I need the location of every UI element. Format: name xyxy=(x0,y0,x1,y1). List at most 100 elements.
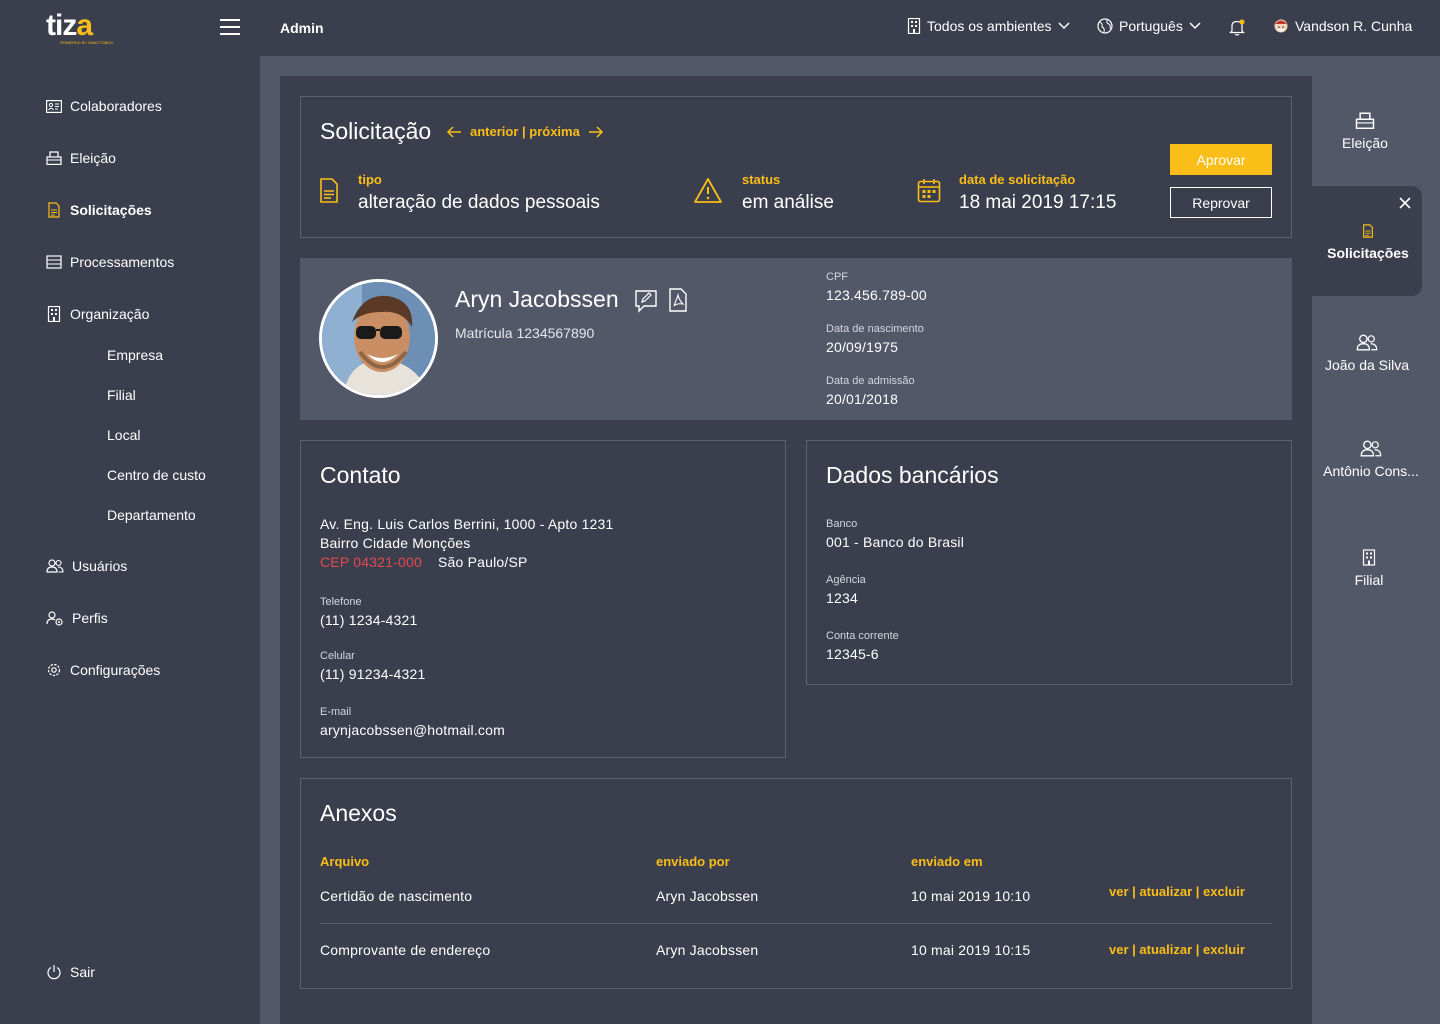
attachment-sent-at: 10 mai 2019 10:10 xyxy=(911,888,1031,904)
sidebar-item-organizacao[interactable]: Organização xyxy=(46,306,149,322)
ballot-box-icon xyxy=(46,151,62,165)
row-divider xyxy=(320,923,1272,924)
environment-label: Todos os ambientes xyxy=(927,18,1052,34)
logout-label: Sair xyxy=(70,964,95,980)
attachment-sent-at: 10 mai 2019 10:15 xyxy=(911,942,1031,958)
pdf-icon[interactable] xyxy=(668,288,688,312)
user-gear-icon xyxy=(46,610,63,626)
phone-value: (11) 1234-4321 xyxy=(320,612,418,628)
close-icon[interactable] xyxy=(1399,197,1411,209)
warning-icon xyxy=(694,178,722,203)
contact-title: Contato xyxy=(320,462,401,488)
sidebar-item-processamentos[interactable]: Processamentos xyxy=(46,254,174,270)
arrow-left-icon[interactable] xyxy=(446,125,462,139)
request-header-box xyxy=(300,96,1292,238)
rail-item-eleicao[interactable]: Eleição xyxy=(1301,112,1429,151)
rail-item-joao-da-silva[interactable]: João da Silva xyxy=(1303,334,1431,373)
sidebar-item-eleicao[interactable]: Eleição xyxy=(46,150,116,166)
agency-label: Agência xyxy=(826,574,866,586)
language-selector[interactable]: Português xyxy=(1097,18,1201,34)
user-avatar-icon xyxy=(1274,19,1288,33)
attachment-actions[interactable]: ver | atualizar | excluir xyxy=(1109,942,1245,957)
email-label: E-mail xyxy=(320,706,352,718)
attachment-sent-by: Aryn Jacobssen xyxy=(656,942,759,958)
attachment-file: Certidão de nascimento xyxy=(320,888,473,904)
avatar xyxy=(319,279,438,398)
edit-comment-icon[interactable] xyxy=(634,289,658,313)
type-value: alteração de dados pessoais xyxy=(358,192,600,213)
sidebar-item-colaboradores[interactable]: Colaboradores xyxy=(46,98,162,114)
sidebar-item-usuarios[interactable]: Usuários xyxy=(46,558,127,574)
attachment-file: Comprovante de endereço xyxy=(320,942,491,958)
profile-registration: Matrícula 1234567890 xyxy=(455,325,595,341)
sidebar-subitem-departamento[interactable]: Departamento xyxy=(107,507,196,523)
sidebar-item-label: Usuários xyxy=(72,558,128,574)
logout-button[interactable]: Sair xyxy=(46,964,95,980)
user-menu[interactable]: Vandson R. Cunha xyxy=(1273,18,1412,34)
account-label: Conta corrente xyxy=(826,630,899,642)
building-icon xyxy=(907,18,921,34)
email-value: arynjacobssen@hotmail.com xyxy=(320,722,505,738)
rail-item-label: João da Silva xyxy=(1324,357,1410,373)
sidebar-subitem-filial[interactable]: Filial xyxy=(107,387,136,403)
type-label: tipo xyxy=(358,172,382,187)
admission-label: Data de admissão xyxy=(826,375,915,387)
sidebar-item-label: Configurações xyxy=(70,662,161,678)
notifications-button[interactable] xyxy=(1229,19,1245,36)
birth-label: Data de nascimento xyxy=(826,323,924,335)
request-title: Solicitação xyxy=(320,118,432,144)
sidebar-item-configuracoes[interactable]: Configurações xyxy=(46,662,160,678)
approve-button[interactable]: Aprovar xyxy=(1170,144,1272,175)
sidebar-item-label: Eleição xyxy=(70,150,116,166)
request-nav-links[interactable]: anterior | próxima xyxy=(470,124,580,139)
menu-toggle-icon[interactable] xyxy=(220,19,240,35)
rail-item-antonio[interactable]: Antônio Cons... xyxy=(1307,440,1435,479)
reject-button[interactable]: Reprovar xyxy=(1170,187,1272,218)
date-value: 18 mai 2019 17:15 xyxy=(959,192,1117,213)
address-line-1: Av. Eng. Luis Carlos Berrini, 1000 - Apt… xyxy=(320,516,614,532)
sidebar-item-solicitacoes[interactable]: Solicitações xyxy=(46,202,152,218)
users-icon xyxy=(1356,334,1378,351)
profile-card xyxy=(300,258,1292,420)
list-icon xyxy=(46,255,62,269)
bell-icon xyxy=(1229,19,1245,36)
rail-item-filial[interactable]: Filial xyxy=(1305,549,1433,588)
cpf-label: CPF xyxy=(826,271,848,283)
cep-value: CEP 04321-000 xyxy=(320,554,422,570)
arrow-right-icon[interactable] xyxy=(588,125,604,139)
tiza-logo[interactable]: tiza POWERED BY SANCTOBOX xyxy=(46,9,113,46)
rail-item-solicitacoes[interactable]: Solicitações xyxy=(1304,223,1432,261)
environment-selector[interactable]: Todos os ambientes xyxy=(907,18,1070,34)
attachment-sent-by: Aryn Jacobssen xyxy=(656,888,759,904)
document-icon xyxy=(48,202,60,218)
logo-wordmark: tiza xyxy=(46,9,93,42)
admin-label: Admin xyxy=(280,20,324,36)
chevron-down-icon xyxy=(1189,22,1201,30)
document-icon xyxy=(1363,224,1373,238)
sidebar-subitem-local[interactable]: Local xyxy=(107,427,140,443)
building-icon xyxy=(47,306,61,322)
bank-value: 001 - Banco do Brasil xyxy=(826,534,965,550)
bank-title: Dados bancários xyxy=(826,462,999,488)
sidebar-item-label: Colaboradores xyxy=(70,98,162,114)
admission-value: 20/01/2018 xyxy=(826,391,899,407)
sidebar-item-label: Organização xyxy=(70,306,150,322)
phone-label: Telefone xyxy=(320,596,362,608)
attachments-title: Anexos xyxy=(320,800,397,826)
globe-icon xyxy=(1097,18,1113,34)
users-icon xyxy=(46,559,64,573)
sidebar-item-perfis[interactable]: Perfis xyxy=(46,610,108,626)
logo-tagline: POWERED BY SANCTOBOX xyxy=(60,40,114,45)
ballot-box-icon xyxy=(1355,112,1375,129)
cpf-value: 123.456.789-00 xyxy=(826,287,927,303)
building-icon xyxy=(1362,549,1376,566)
sidebar-item-label: Processamentos xyxy=(70,254,175,270)
rail-item-label: Antônio Cons... xyxy=(1323,463,1419,479)
account-value: 12345-6 xyxy=(826,646,879,662)
sidebar-subitem-centro-de-custo[interactable]: Centro de custo xyxy=(107,467,206,483)
users-icon xyxy=(1360,440,1382,457)
request-nav: anterior | próxima xyxy=(446,124,604,139)
attachment-actions[interactable]: ver | atualizar | excluir xyxy=(1109,884,1245,899)
sidebar-subitem-empresa[interactable]: Empresa xyxy=(107,347,163,363)
sidebar-item-label: Perfis xyxy=(72,610,108,626)
